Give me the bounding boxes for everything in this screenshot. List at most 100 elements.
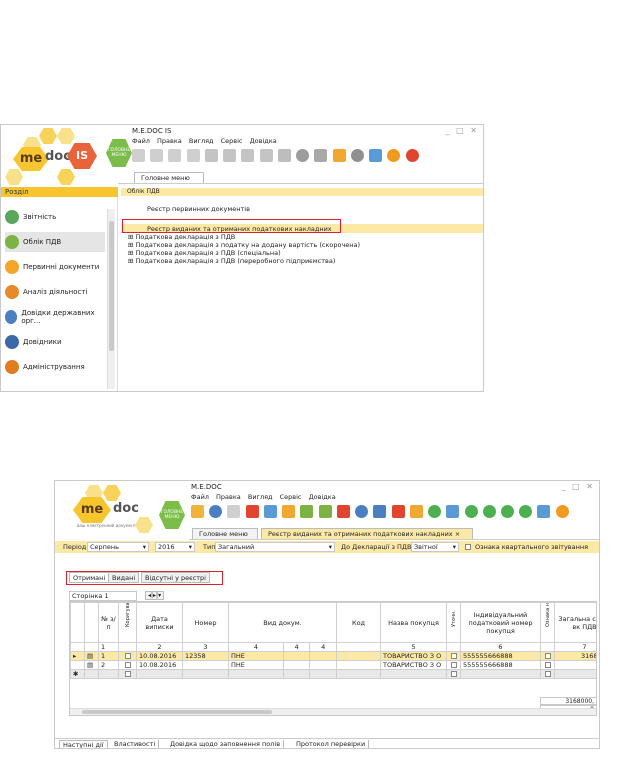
search-icon[interactable] <box>209 505 223 518</box>
type-select[interactable]: Загальний ▾ <box>215 542 335 552</box>
decl-select[interactable]: Звітної ▾ <box>411 542 459 552</box>
network-icon[interactable] <box>350 149 364 162</box>
tree-item-vat-processing[interactable]: ⊞ Податкова декларація з ПДВ (переробног… <box>128 257 335 265</box>
menu-file[interactable]: Файл <box>132 137 150 145</box>
bottom-tab-next-actions[interactable]: Наступні дії <box>59 740 108 748</box>
tree-item-vat-decl[interactable]: ⊞ Податкова декларація з ПДВ <box>128 233 235 241</box>
props-icon[interactable] <box>241 149 255 162</box>
send-icon[interactable] <box>332 149 346 162</box>
bottom-tab-help-fields[interactable]: Довідка щодо заповнення полів <box>167 740 285 748</box>
table-row[interactable]: ▸ ▤ 1 10.08.2016 12358 ПНЕ ТОВАРИСТВО З … <box>70 651 596 661</box>
nav-item-admin[interactable]: Адміністрування <box>5 357 105 377</box>
menu-view[interactable]: Вигляд <box>248 493 273 501</box>
period-select[interactable]: Серпень ▾ <box>87 542 149 552</box>
menu-file[interactable]: Файл <box>191 493 209 501</box>
remove-icon[interactable] <box>277 149 291 162</box>
menu-help[interactable]: Довідка <box>250 137 277 145</box>
menu-edit[interactable]: Правка <box>216 493 241 501</box>
shield-icon[interactable] <box>537 505 551 518</box>
quarter-checkbox[interactable] <box>465 544 471 550</box>
remove-icon[interactable] <box>336 505 350 518</box>
tab-home[interactable]: Головне меню <box>192 528 258 539</box>
page-selector[interactable]: Сторінка 1 <box>69 591 137 601</box>
col-header[interactable]: Індивідуальний податковий номер покупця <box>460 602 541 643</box>
nav-item-primary-docs[interactable]: Первинні документи <box>5 257 105 277</box>
add-row-icon[interactable] <box>300 505 314 518</box>
col-header[interactable]: Загальна сума, вк ПДВ <box>554 602 596 643</box>
clarify-checkbox[interactable] <box>450 662 457 668</box>
tree-item-vat-special[interactable]: ⊞ Податкова декларація з ПДВ (спеціальна… <box>128 249 281 257</box>
correction-checkbox[interactable] <box>124 662 131 668</box>
tab-home[interactable]: Головне меню <box>134 172 204 183</box>
nonresident-checkbox[interactable] <box>544 671 551 677</box>
network-icon[interactable] <box>428 505 442 518</box>
new-doc-icon[interactable] <box>132 149 145 162</box>
nonresident-checkbox[interactable] <box>544 653 551 659</box>
copy-icon[interactable] <box>168 149 182 162</box>
scroll-thumb[interactable] <box>82 710 272 714</box>
tree-item-vat-short[interactable]: ⊞ Податкова декларація з податку на дода… <box>128 241 360 249</box>
gear-icon[interactable] <box>355 505 369 518</box>
col-header[interactable]: Назва покупця <box>380 602 447 643</box>
correction-checkbox[interactable] <box>124 653 131 659</box>
year-select[interactable]: 2016 ▾ <box>155 542 195 552</box>
edit-icon[interactable] <box>223 149 237 162</box>
horizontal-scrollbar[interactable] <box>70 708 596 715</box>
tree-item-primary-register[interactable]: Реєстр первинних документів <box>147 205 250 213</box>
col-header[interactable]: Коригування <box>118 602 137 643</box>
table-icon[interactable] <box>391 505 405 518</box>
window-controls[interactable]: _ □ ✕ <box>446 126 479 135</box>
edit-icon[interactable] <box>318 505 332 518</box>
left-scrollbar[interactable] <box>107 209 115 389</box>
nav-item-vat[interactable]: Облік ПДВ <box>5 232 105 252</box>
send-icon[interactable] <box>282 505 296 518</box>
list-icon[interactable] <box>204 149 218 162</box>
col-header[interactable]: № з/п <box>98 602 119 643</box>
menu-edit[interactable]: Правка <box>157 137 182 145</box>
help-icon[interactable] <box>555 505 569 518</box>
nav-item-analysis[interactable]: Аналіз діяльності <box>5 282 105 302</box>
scroll-thumb[interactable] <box>109 221 114 351</box>
tab-register[interactable]: Реєстр виданих та отриманих податкових н… <box>261 528 473 539</box>
table-row[interactable]: ▤ 2 10.08.2016 ПНЕ ТОВАРИСТВО З О 555555… <box>70 660 596 670</box>
menu-help[interactable]: Довідка <box>309 493 336 501</box>
col-header[interactable]: Уточн. <box>446 602 461 643</box>
open-icon[interactable] <box>150 149 164 162</box>
print-icon[interactable] <box>314 149 328 162</box>
close-icon[interactable]: × <box>455 530 460 538</box>
nav-item-directories[interactable]: Довідники <box>5 332 105 352</box>
col-header[interactable]: Ознака нерез. <box>540 602 555 643</box>
pager-buttons[interactable]: ◂|▸|▾ <box>145 591 165 600</box>
col-header[interactable]: Вид докум. <box>228 602 337 643</box>
correction-checkbox[interactable] <box>124 671 131 677</box>
download-icon[interactable] <box>482 505 496 518</box>
delete-icon[interactable] <box>186 149 200 162</box>
list-icon[interactable] <box>263 505 277 518</box>
bottom-tab-properties[interactable]: Властивості <box>111 740 160 748</box>
upload-icon[interactable] <box>500 505 514 518</box>
window-controls[interactable]: _ □ ✕ <box>562 482 595 491</box>
help-icon[interactable] <box>387 149 401 162</box>
menu-view[interactable]: Вигляд <box>189 137 214 145</box>
col-header[interactable]: Дата виписки <box>136 602 183 643</box>
open-icon[interactable] <box>227 505 241 518</box>
check-icon[interactable] <box>259 149 273 162</box>
gear-icon[interactable] <box>296 149 310 162</box>
clarify-checkbox[interactable] <box>450 653 457 659</box>
shield-icon[interactable] <box>369 149 383 162</box>
print-icon[interactable] <box>373 505 387 518</box>
menu-service[interactable]: Сервіс <box>221 137 243 145</box>
package-icon[interactable] <box>409 505 423 518</box>
menu-service[interactable]: Сервіс <box>280 493 302 501</box>
refresh-icon[interactable] <box>464 505 478 518</box>
check-icon[interactable] <box>446 505 460 518</box>
copy-icon[interactable] <box>245 505 259 518</box>
col-header[interactable]: Код <box>336 602 381 643</box>
nonresident-checkbox[interactable] <box>544 662 551 668</box>
new-row[interactable]: ✱ <box>70 669 596 679</box>
chat-icon[interactable] <box>405 149 419 162</box>
sync-icon[interactable] <box>519 505 533 518</box>
bottom-tab-check-log[interactable]: Протокол перевірки <box>293 740 370 748</box>
col-header[interactable]: Номер <box>182 602 229 643</box>
clarify-checkbox[interactable] <box>450 671 457 677</box>
